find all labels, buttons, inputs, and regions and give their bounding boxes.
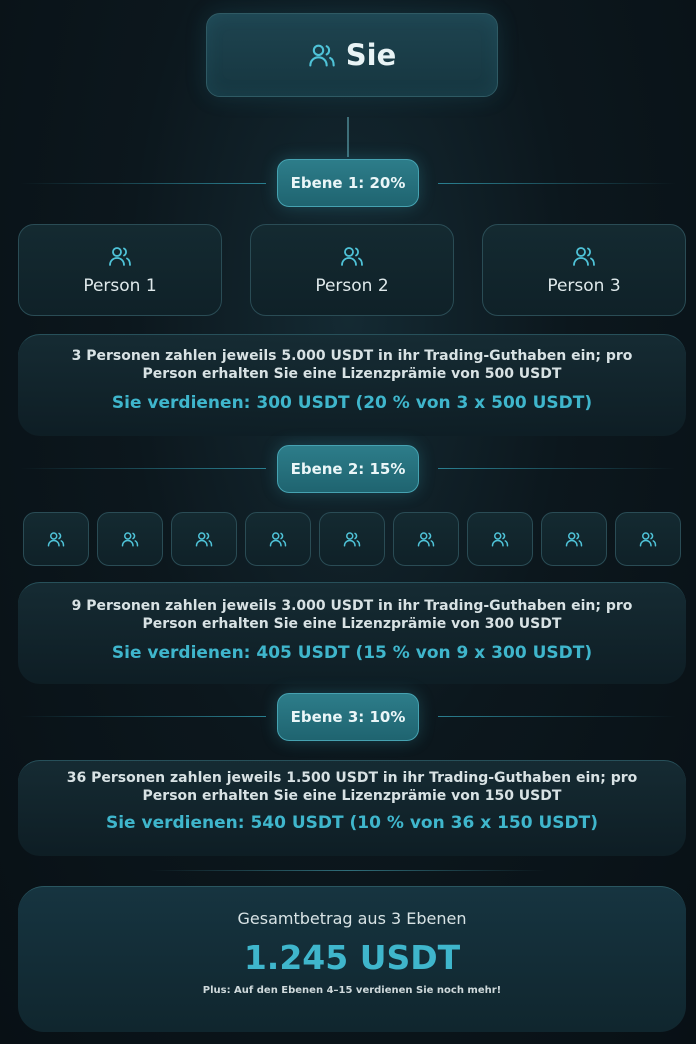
user-icon (639, 530, 657, 548)
user-icon (121, 530, 139, 548)
level-3-earnings: Sie verdienen: 540 USDT (10 % von 36 x 1… (105, 813, 599, 833)
level-3-description: 36 Personen zahlen jeweils 1.500 USDT in… (66, 770, 638, 804)
user-icon (108, 244, 132, 268)
user-icon (417, 530, 435, 548)
person-card-3: Person 3 (482, 224, 686, 316)
level-2-badge: Ebene 2: 15% (277, 445, 419, 493)
level-1-divider-left (20, 183, 266, 184)
section-divider (150, 870, 546, 871)
person-square-7 (467, 512, 533, 566)
total-title: Gesamtbetrag aus 3 Ebenen (237, 909, 467, 928)
user-icon (195, 530, 213, 548)
level-3-info-panel: 36 Personen zahlen jeweils 1.500 USDT in… (18, 760, 686, 856)
total-amount: 1.245 USDT (243, 938, 461, 977)
connector-line (347, 117, 349, 157)
level-3-divider-right (438, 716, 676, 717)
level-2-info-panel: 9 Personen zahlen jeweils 3.000 USDT in … (18, 582, 686, 684)
level-2-divider-left (20, 468, 266, 469)
root-node-you: Sie (206, 13, 498, 97)
person-square-1 (23, 512, 89, 566)
level-2-earnings: Sie verdienen: 405 USDT (15 % von 9 x 30… (111, 643, 593, 663)
total-panel: Gesamtbetrag aus 3 Ebenen 1.245 USDT Plu… (18, 886, 686, 1032)
user-icon (491, 530, 509, 548)
person-square-6 (393, 512, 459, 566)
level-2-divider-right (438, 468, 676, 469)
level-2-description: 9 Personen zahlen jeweils 3.000 USDT in … (71, 598, 633, 632)
person-square-5 (319, 512, 385, 566)
person-square-9 (615, 512, 681, 566)
level-1-info-panel: 3 Personen zahlen jeweils 5.000 USDT in … (18, 334, 686, 436)
person-label: Person 3 (547, 276, 621, 296)
level-1-divider-right (438, 183, 676, 184)
level-1-earnings: Sie verdienen: 300 USDT (20 % von 3 x 50… (111, 393, 593, 413)
level-3-divider-left (20, 716, 266, 717)
level-1-badge: Ebene 1: 20% (277, 159, 419, 207)
user-icon (572, 244, 596, 268)
person-card-2: Person 2 (250, 224, 454, 316)
person-label: Person 2 (315, 276, 389, 296)
person-label: Person 1 (83, 276, 157, 296)
root-label: Sie (345, 38, 397, 72)
person-square-2 (97, 512, 163, 566)
user-icon (47, 530, 65, 548)
person-square-3 (171, 512, 237, 566)
total-note: Plus: Auf den Ebenen 4–15 verdienen Sie … (202, 985, 502, 996)
level-1-description: 3 Personen zahlen jeweils 5.000 USDT in … (71, 348, 633, 382)
user-icon (343, 530, 361, 548)
level-3-badge: Ebene 3: 10% (277, 693, 419, 741)
person-square-4 (245, 512, 311, 566)
user-icon (565, 530, 583, 548)
user-icon (269, 530, 287, 548)
users-icon (308, 41, 336, 69)
person-square-8 (541, 512, 607, 566)
person-card-1: Person 1 (18, 224, 222, 316)
user-icon (340, 244, 364, 268)
